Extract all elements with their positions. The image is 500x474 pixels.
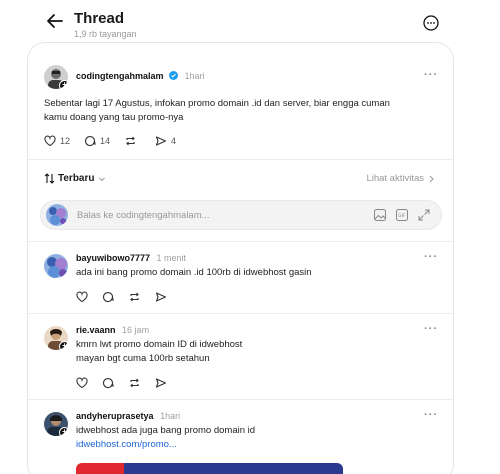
follow-plus-icon[interactable]: + xyxy=(59,341,68,350)
repost-icon[interactable] xyxy=(128,291,141,303)
chevron-down-icon xyxy=(98,177,105,181)
comment-more-icon[interactable]: ··· xyxy=(424,251,438,263)
comment-author[interactable]: andyheruprasetya 1hari xyxy=(76,411,180,421)
view-activity-link[interactable]: Lihat aktivitas xyxy=(366,173,435,184)
comment-icon xyxy=(85,136,96,147)
like-button[interactable]: 12 xyxy=(44,135,70,147)
page-title: Thread xyxy=(74,10,125,27)
comment-username[interactable]: rie.vaann xyxy=(76,325,116,335)
view-activity-label: Lihat aktivitas xyxy=(366,173,424,184)
like-count: 12 xyxy=(60,136,71,146)
avatar[interactable]: + xyxy=(44,326,68,350)
repost-button[interactable] xyxy=(124,135,141,147)
reply-input[interactable]: Balas ke codingtengahmalam... GIF xyxy=(40,200,442,230)
share-count: 4 xyxy=(171,136,177,146)
expand-icon[interactable] xyxy=(417,208,431,222)
comment-username[interactable]: bayuwibowo7777 xyxy=(76,253,150,263)
reply-placeholder: Balas ke codingtengahmalam... xyxy=(77,210,210,221)
share-button[interactable]: 4 xyxy=(155,135,176,147)
more-options-icon[interactable] xyxy=(422,14,440,32)
avatar[interactable]: + xyxy=(44,412,68,436)
divider xyxy=(28,313,453,314)
sort-dropdown[interactable]: Terbaru xyxy=(44,173,106,184)
sort-icon xyxy=(44,173,55,184)
divider xyxy=(28,399,453,400)
verified-badge-icon xyxy=(169,71,179,80)
svg-text:GIF: GIF xyxy=(398,213,406,219)
comment-text-line: kmrn lwt promo domain ID di idwebhost xyxy=(76,339,243,350)
gif-icon[interactable]: GIF xyxy=(395,208,409,222)
link-preview-image[interactable] xyxy=(76,463,343,474)
title-block: Thread 1,9 rb tayangan xyxy=(74,10,137,40)
divider xyxy=(28,241,453,242)
comment-text-line: idwebhost ada juga bang promo domain id xyxy=(76,425,256,436)
banner-red-block xyxy=(76,463,124,474)
heart-icon[interactable] xyxy=(76,291,88,303)
top-bar: Thread 1,9 rb tayangan xyxy=(0,0,500,42)
post-username[interactable]: codingtengahmalam xyxy=(76,71,164,81)
comment-more-icon[interactable]: ··· xyxy=(424,409,438,421)
back-arrow-icon[interactable] xyxy=(44,10,66,32)
comment-icon[interactable] xyxy=(102,291,114,303)
comment-text-line: mayan bgt cuma 100rb setahun xyxy=(76,353,210,364)
my-avatar xyxy=(46,204,68,226)
share-icon[interactable] xyxy=(155,291,167,303)
image-icon[interactable] xyxy=(373,208,387,222)
post-text: Sebentar lagi 17 Agustus, infokan promo … xyxy=(44,97,444,125)
thread-card: + codingtengahmalam 1hari ··· Sebentar l… xyxy=(27,42,454,474)
comment-time: 16 jam xyxy=(122,325,150,335)
comment-time: 1hari xyxy=(160,411,181,421)
comment-more-icon[interactable]: ··· xyxy=(424,323,438,335)
comment-icon[interactable] xyxy=(102,377,114,389)
comment-text-line: ada ini bang promo domain .id 100rb di i… xyxy=(76,267,312,278)
comment-author[interactable]: bayuwibowo7777 1 menit xyxy=(76,253,186,263)
reply-attachments: GIF xyxy=(373,208,431,222)
sort-label: Terbaru xyxy=(58,173,95,184)
comment-actions xyxy=(76,377,167,389)
heart-icon[interactable] xyxy=(76,377,88,389)
post-text-line: Sebentar lagi 17 Agustus, infokan promo … xyxy=(44,98,390,109)
post-author[interactable]: codingtengahmalam 1hari xyxy=(76,71,205,81)
repost-icon xyxy=(126,136,135,146)
heart-icon xyxy=(44,135,56,147)
post-actions: 12 14 4 xyxy=(44,135,176,147)
post-time: 1hari xyxy=(184,71,205,81)
comment-text: idwebhost ada juga bang promo domain id … xyxy=(76,424,436,452)
post-text-line: kamu doang yang tau promo-nya xyxy=(44,112,184,123)
comment-actions xyxy=(76,291,167,303)
follow-plus-icon[interactable]: + xyxy=(59,80,68,89)
follow-plus-icon[interactable]: + xyxy=(59,427,68,436)
share-icon[interactable] xyxy=(155,377,167,389)
share-icon xyxy=(155,136,167,146)
divider xyxy=(28,159,453,160)
view-count: 1,9 rb tayangan xyxy=(74,29,137,39)
chevron-right-icon xyxy=(429,175,434,182)
comment-time: 1 menit xyxy=(156,253,187,263)
comment-username[interactable]: andyheruprasetya xyxy=(76,411,154,421)
repost-icon[interactable] xyxy=(128,377,141,389)
comment-link[interactable]: idwebhost.com/promo... xyxy=(76,438,436,452)
banner-blue-block xyxy=(124,463,343,474)
comment-button[interactable]: 14 xyxy=(84,135,110,147)
avatar[interactable]: + xyxy=(44,65,68,89)
post-more-icon[interactable]: ··· xyxy=(424,69,438,81)
comment-text: kmrn lwt promo domain ID di idwebhost ma… xyxy=(76,338,436,366)
avatar[interactable] xyxy=(44,254,68,278)
comment-author[interactable]: rie.vaann 16 jam xyxy=(76,325,149,335)
comment-text: ada ini bang promo domain .id 100rb di i… xyxy=(76,266,436,280)
comment-count: 14 xyxy=(100,136,111,146)
